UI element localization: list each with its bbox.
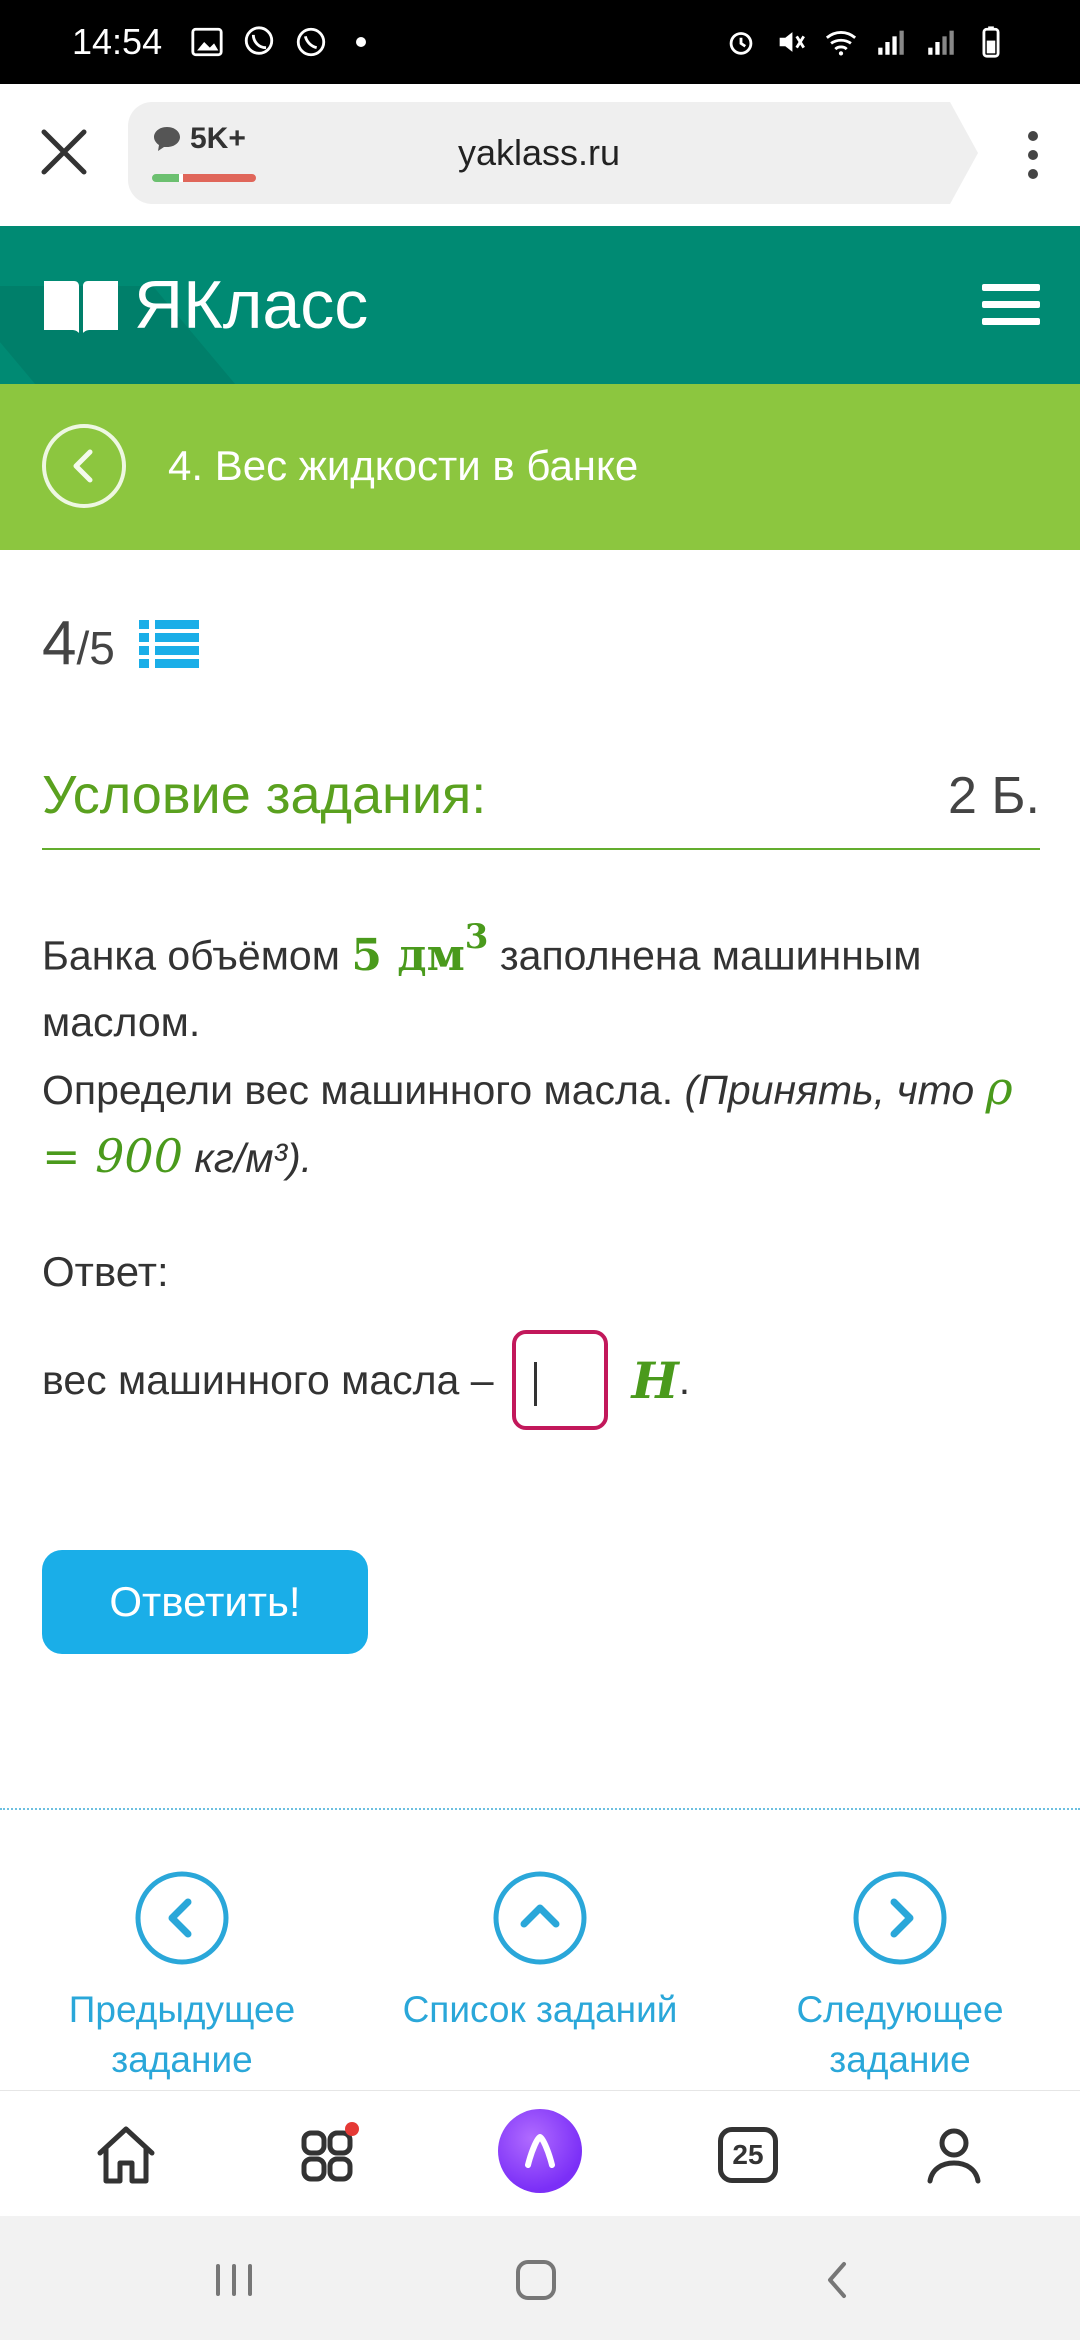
profile-icon[interactable] <box>918 2119 990 2191</box>
wifi-icon <box>825 31 857 56</box>
status-notification-icons <box>190 25 367 59</box>
prev-task-link[interactable]: Предыдущее задание <box>32 1870 332 2085</box>
whatsapp-icon <box>296 27 326 57</box>
browser-bottom-toolbar: 25 <box>0 2090 1080 2216</box>
battery-icon <box>982 26 1000 58</box>
answer-row: вес машинного масла – Н. <box>42 1330 690 1430</box>
browser-address-bar: 5K+ yaklass.ru <box>0 84 1080 226</box>
back-button[interactable] <box>42 424 126 508</box>
book-icon <box>44 281 118 333</box>
task-navigation: Предыдущее задание Список заданий Следую… <box>0 1870 1080 2080</box>
answer-unit: Н <box>631 1350 679 1410</box>
topic-title: 4. Вес жидкости в банке <box>168 442 639 489</box>
task-line2-pre: Определи вес машинного масла. <box>42 1066 685 1113</box>
signal-icon <box>878 30 904 55</box>
more-vertical-icon[interactable] <box>1026 130 1040 180</box>
address-field[interactable]: 5K+ yaklass.ru <box>128 102 978 204</box>
close-icon[interactable] <box>36 124 92 180</box>
chevron-left-circle-icon <box>135 1871 229 1965</box>
home-button-icon[interactable] <box>508 2252 564 2308</box>
answer-suffix: . <box>678 1356 691 1403</box>
recents-icon[interactable] <box>206 2252 262 2308</box>
answer-input[interactable] <box>511 1330 608 1430</box>
topic-bar: 4. Вес жидкости в банке <box>0 384 1080 550</box>
answer-label: Ответ: <box>42 1248 169 1295</box>
mute-icon <box>779 32 805 52</box>
site-header: ЯКласс <box>0 226 1080 384</box>
task-list-link[interactable]: Список заданий <box>390 1870 690 2035</box>
condition-header: Условие задания: 2 Б. <box>42 758 1040 850</box>
signal-icon-2 <box>928 30 954 55</box>
hamburger-icon[interactable] <box>982 284 1040 326</box>
task-volume: 5 дм3 <box>351 917 489 981</box>
answer-prefix: вес машинного масла – <box>42 1356 494 1403</box>
site-logo[interactable]: ЯКласс <box>42 266 368 344</box>
status-time: 14:54 <box>72 21 163 62</box>
home-icon[interactable] <box>90 2119 162 2191</box>
submit-button[interactable]: Ответить! <box>42 1550 368 1654</box>
next-task-link[interactable]: Следующее задание <box>750 1870 1050 2085</box>
progress-current: 4 <box>42 609 77 678</box>
divider <box>0 1808 1080 1810</box>
condition-title: Условие задания: <box>42 765 487 825</box>
task-line1-pre: Банка объёмом <box>42 932 352 979</box>
prev-task-label-1: Предыдущее <box>68 1989 296 2030</box>
chevron-right-circle-icon <box>853 1871 947 1965</box>
progress-total: /5 <box>76 622 115 674</box>
alarm-icon <box>729 32 753 55</box>
comments-rating-bar <box>152 174 256 182</box>
prev-task-label-2: задание <box>111 2039 253 2080</box>
chevron-left-icon <box>73 449 93 483</box>
chevron-up-circle-icon <box>493 1871 587 1965</box>
task-text: Банка объёмом 5 дм3 заполнена машинным м… <box>42 910 1042 1191</box>
system-navigation-bar <box>0 2216 1080 2340</box>
tabs-count: 25 <box>718 2127 778 2183</box>
more-notifications-dot <box>356 37 367 47</box>
gallery-icon <box>191 27 223 57</box>
task-hint-pre: (Принять, что <box>684 1066 986 1113</box>
services-icon[interactable] <box>296 2119 368 2191</box>
list-icon[interactable] <box>138 618 199 670</box>
logo-text: ЯКласс <box>134 267 369 343</box>
next-task-label-1: Следующее <box>796 1989 1004 2030</box>
status-bar: 14:54 <box>0 0 1080 84</box>
task-hint-unit: кг/м³). <box>182 1134 313 1181</box>
status-system-icons <box>724 25 1008 59</box>
condition-points: 2 Б. <box>948 767 1040 825</box>
next-task-label-2: задание <box>829 2039 971 2080</box>
viber-icon <box>244 26 274 55</box>
task-list-label: Список заданий <box>402 1989 678 2030</box>
address-url: yaklass.ru <box>457 132 621 173</box>
alice-assistant-icon[interactable] <box>498 2109 582 2193</box>
tabs-button[interactable]: 25 <box>712 2119 784 2191</box>
back-icon[interactable] <box>810 2252 866 2308</box>
task-progress: 4 /5 <box>42 608 199 679</box>
